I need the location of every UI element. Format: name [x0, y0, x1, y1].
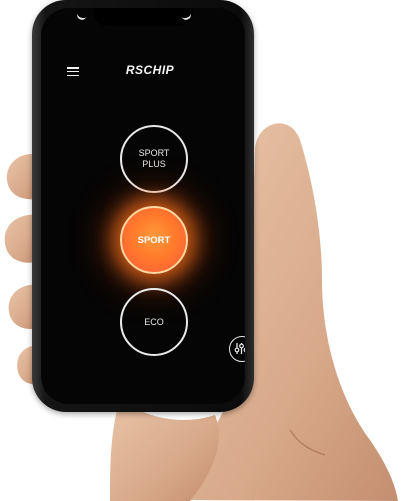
sliders-icon [234, 343, 245, 354]
mode-label: SPORT PLUS [138, 148, 170, 169]
mode-label: SPORT [137, 234, 171, 246]
mode-eco-button[interactable]: ECO [120, 288, 188, 356]
mode-sport-button[interactable]: SPORT [120, 206, 188, 274]
phone-frame: RSCHIP SPORT PLUS SPORT ECO [32, 0, 254, 412]
phone-notch [93, 8, 193, 26]
settings-button[interactable] [229, 336, 245, 362]
brand-logo: RSCHIP [125, 63, 175, 77]
mode-label: ECO [144, 316, 164, 327]
hamburger-menu-icon[interactable] [67, 67, 79, 77]
mode-sport-plus-button[interactable]: SPORT PLUS [120, 125, 188, 193]
app-screen: RSCHIP SPORT PLUS SPORT ECO [41, 8, 245, 404]
